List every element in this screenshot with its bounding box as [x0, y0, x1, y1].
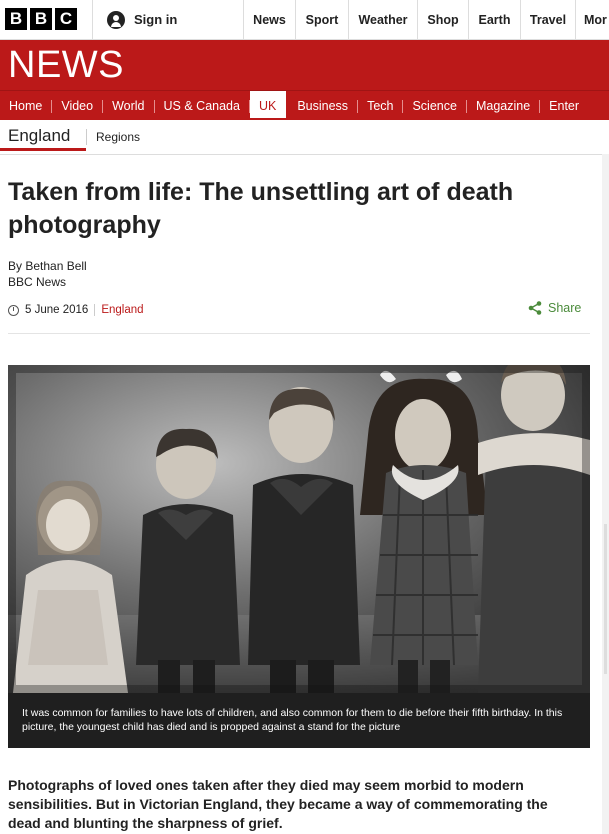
article-title: Taken from life: The unsettling art of d…	[8, 178, 514, 239]
topic-link[interactable]: England	[101, 304, 143, 316]
nav-item-label: World	[112, 99, 145, 113]
article-lead-paragraph: Photographs of loved ones taken after th…	[8, 777, 548, 831]
nav-item-entertainment[interactable]: Enter	[540, 91, 589, 121]
nav-item-video[interactable]: Video	[52, 91, 104, 121]
global-nav-shop[interactable]: Shop	[417, 0, 468, 39]
nav-item-label: Video	[61, 99, 94, 113]
global-header: B B C Sign in News Sport Weather Shop Ea…	[0, 0, 609, 40]
share-icon	[528, 301, 542, 315]
nav-item-us-canada[interactable]: US & Canada	[155, 91, 250, 121]
victorian-children-photo	[8, 365, 590, 693]
divider	[94, 304, 96, 316]
share-label: Share	[548, 301, 582, 315]
nav-item-magazine[interactable]: Magazine	[467, 91, 541, 121]
secondary-nav: England Regions	[0, 120, 609, 155]
bbc-logo-letter: C	[55, 8, 77, 30]
user-icon	[107, 10, 125, 29]
subnav-current-england[interactable]: England	[8, 126, 70, 146]
nav-item-business[interactable]: Business	[286, 91, 359, 121]
share-button[interactable]: Share	[528, 301, 581, 315]
nav-item-science[interactable]: Science	[403, 91, 467, 121]
divider	[86, 129, 87, 145]
global-nav-travel[interactable]: Travel	[520, 0, 575, 39]
bbc-logo[interactable]: B B C	[5, 8, 77, 30]
main-nav: Home Video World US & Canada UK Business…	[0, 90, 609, 121]
subnav-regions[interactable]: Regions	[96, 130, 140, 144]
nav-item-label: Tech	[367, 99, 394, 113]
author-name: By Bethan Bell	[8, 259, 87, 273]
article-meta: 5 June 2016 England	[8, 304, 144, 316]
bbc-logo-letter: B	[30, 8, 52, 30]
divider	[8, 333, 590, 334]
nav-item-uk[interactable]: UK	[249, 91, 287, 121]
global-nav-more[interactable]: Mor	[575, 0, 609, 39]
global-nav-news[interactable]: News	[243, 0, 295, 39]
publish-date: 5 June 2016	[25, 304, 89, 316]
news-header: NEWS	[0, 40, 609, 90]
nav-item-world[interactable]: World	[103, 91, 155, 121]
clock-icon	[8, 304, 19, 316]
article-photo[interactable]	[8, 365, 590, 693]
global-nav-earth[interactable]: Earth	[468, 0, 520, 39]
nav-item-label: Magazine	[475, 99, 531, 113]
nav-item-label: Science	[412, 99, 457, 113]
subnav-active-indicator	[0, 148, 86, 151]
byline: By Bethan Bell BBC News	[8, 258, 87, 290]
scrollbar[interactable]	[602, 154, 609, 834]
nav-item-label: Home	[9, 99, 43, 113]
sign-in-label: Sign in	[134, 12, 178, 27]
sign-in-link[interactable]: Sign in	[92, 0, 232, 39]
nav-item-label: US & Canada	[163, 99, 240, 113]
author-source: BBC News	[8, 275, 67, 289]
nav-item-label: UK	[258, 99, 277, 113]
nav-item-tech[interactable]: Tech	[358, 91, 404, 121]
global-nav-sport[interactable]: Sport	[295, 0, 348, 39]
nav-item-label: Enter	[549, 99, 580, 113]
news-logo[interactable]: NEWS	[8, 44, 124, 87]
global-nav: News Sport Weather Shop Earth Travel Mor	[243, 0, 609, 39]
nav-item-home[interactable]: Home	[0, 91, 53, 121]
global-nav-weather[interactable]: Weather	[348, 0, 417, 39]
scrollbar-thumb[interactable]	[604, 524, 607, 674]
bbc-logo-letter: B	[5, 8, 27, 30]
nav-item-label: Business	[297, 99, 349, 113]
photo-caption: It was common for families to have lots …	[8, 693, 590, 748]
